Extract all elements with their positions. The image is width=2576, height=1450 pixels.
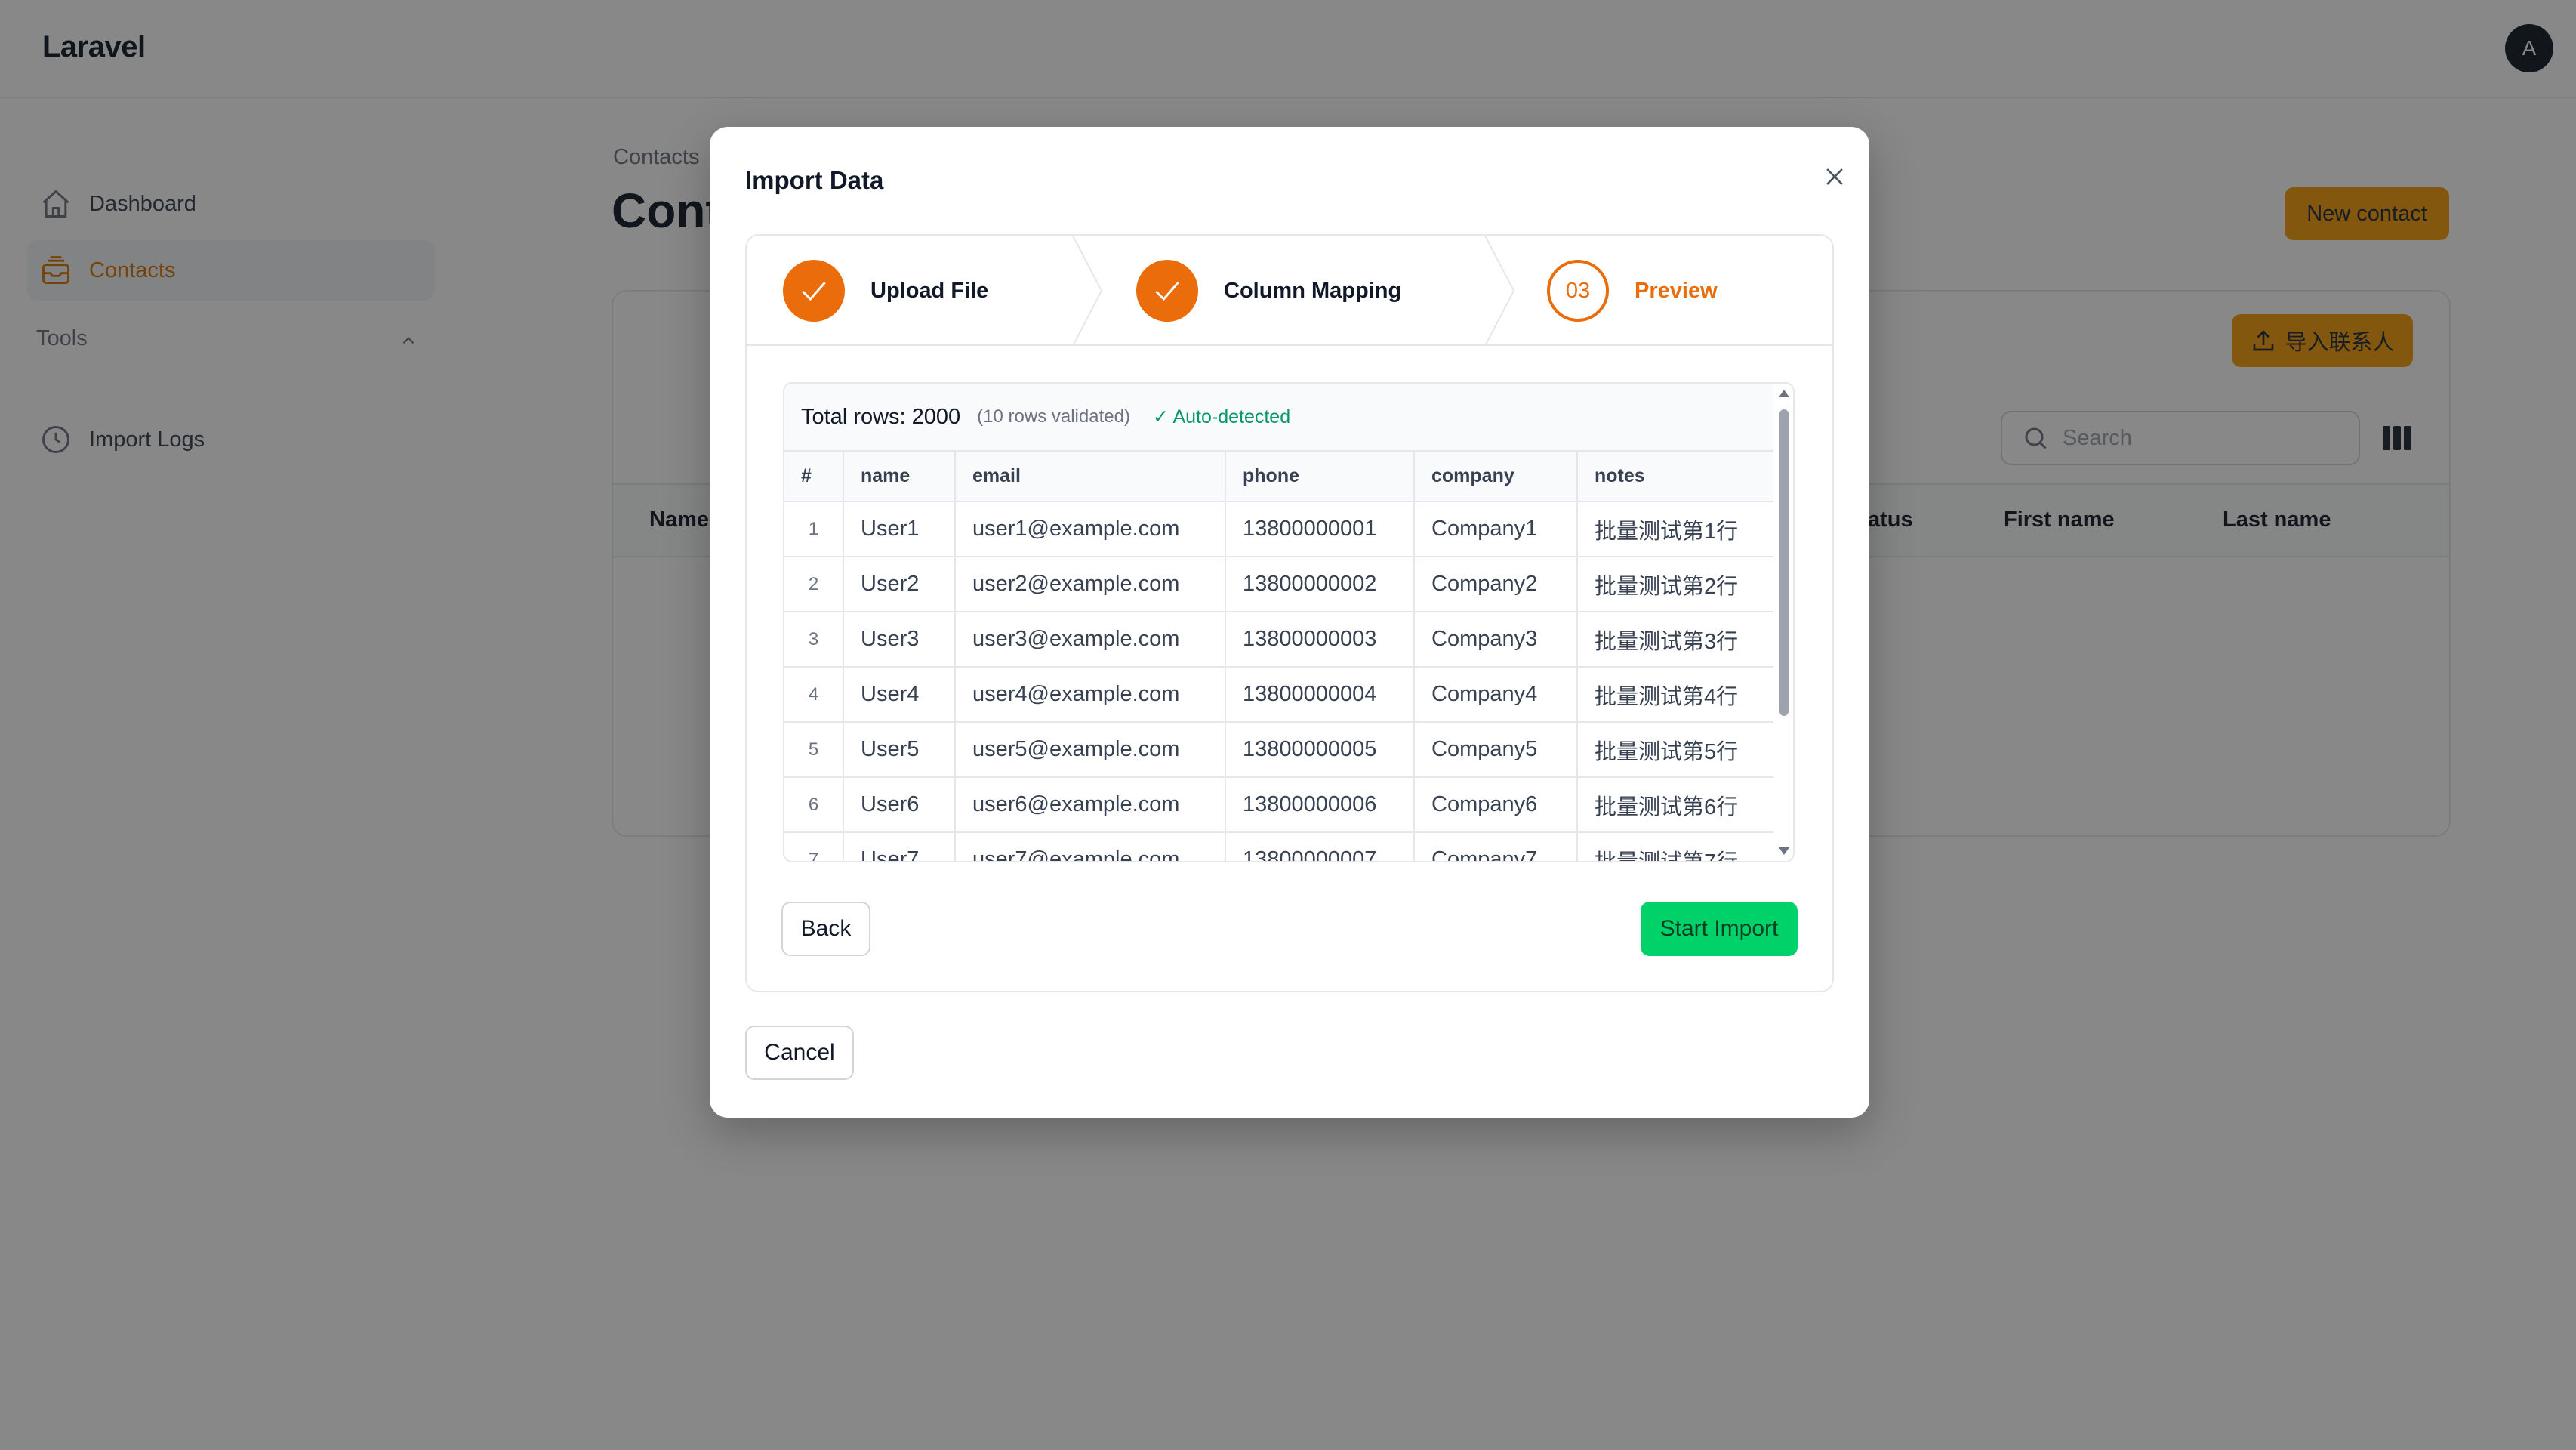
table-row[interactable]: 5 User5 user5@example.com 13800000005 Compan…	[784, 722, 1773, 778]
row-index: 5	[784, 722, 844, 778]
table-row[interactable]: 3 User3 user3@example.com 13800000003 Compan…	[784, 612, 1773, 668]
cell-notes: 批量测试第7行	[1577, 832, 1773, 861]
cell-name: User1	[843, 501, 956, 557]
preview-table: # name email phone company notes 1 User1 u…	[784, 452, 1773, 861]
auto-detected-badge: ✓ Auto-detected	[1152, 406, 1291, 427]
cell-notes: 批量测试第3行	[1577, 612, 1773, 668]
cell-name: User7	[843, 832, 956, 861]
column-header-notes: notes	[1577, 452, 1773, 502]
cell-name: User4	[843, 667, 956, 723]
table-header-row: # name email phone company notes	[784, 452, 1773, 502]
table-scrollbar[interactable]	[1773, 384, 1793, 861]
cell-phone: 13800000007	[1225, 832, 1415, 861]
step-number-badge: 03	[1547, 260, 1609, 322]
table-row[interactable]: 2 User2 user2@example.com 13800000002 Compan…	[784, 557, 1773, 612]
scroll-thumb[interactable]	[1779, 409, 1789, 716]
cell-company: Company2	[1414, 557, 1578, 612]
row-index: 4	[784, 667, 844, 723]
close-icon	[1826, 168, 1843, 185]
cell-phone: 13800000005	[1225, 722, 1415, 778]
step-column-mapping[interactable]: Column Mapping	[1136, 236, 1401, 346]
step-complete-badge	[783, 260, 845, 322]
table-row[interactable]: 6 User6 user6@example.com 13800000006 Compan…	[784, 777, 1773, 833]
wizard-steps: Upload File Column Mapping 03 Preview	[747, 236, 1832, 346]
check-icon	[802, 282, 826, 301]
cell-email: user5@example.com	[955, 722, 1226, 778]
cell-notes: 批量测试第5行	[1577, 722, 1773, 778]
modal-title: Import Data	[745, 166, 884, 194]
step-label: Upload File	[870, 278, 989, 303]
back-button[interactable]: Back	[781, 902, 870, 956]
cell-email: user1@example.com	[955, 501, 1226, 557]
step-label: Preview	[1635, 278, 1718, 303]
step-upload-file[interactable]: Upload File	[783, 236, 988, 346]
column-header-company: company	[1414, 452, 1578, 502]
cell-email: user4@example.com	[955, 667, 1226, 723]
step-preview[interactable]: 03 Preview	[1547, 236, 1718, 346]
start-import-button[interactable]: Start Import	[1641, 902, 1798, 956]
cell-email: user6@example.com	[955, 777, 1226, 833]
cell-name: User5	[843, 722, 956, 778]
validated-count: (10 rows validated)	[977, 406, 1130, 427]
cell-notes: 批量测试第4行	[1577, 667, 1773, 723]
row-index: 3	[784, 612, 844, 668]
cell-phone: 13800000003	[1225, 612, 1415, 668]
step-complete-badge	[1136, 260, 1198, 322]
import-wizard: Upload File Column Mapping 03 Preview To…	[745, 234, 1834, 992]
cell-name: User2	[843, 557, 956, 612]
cell-company: Company3	[1414, 612, 1578, 668]
row-index: 1	[784, 501, 844, 557]
row-index: 7	[784, 832, 844, 861]
cell-phone: 13800000004	[1225, 667, 1415, 723]
cell-phone: 13800000006	[1225, 777, 1415, 833]
cell-company: Company1	[1414, 501, 1578, 557]
cell-notes: 批量测试第2行	[1577, 557, 1773, 612]
step-label: Column Mapping	[1224, 278, 1402, 303]
scroll-up-arrow[interactable]	[1779, 390, 1789, 397]
table-row[interactable]: 4 User4 user4@example.com 13800000004 Compan…	[784, 667, 1773, 723]
cell-company: Company6	[1414, 777, 1578, 833]
close-button[interactable]	[1812, 154, 1857, 199]
column-header-phone: phone	[1225, 452, 1415, 502]
import-data-modal: Import Data Upload File Column Mapping 0…	[710, 127, 1869, 1118]
scroll-down-arrow[interactable]	[1779, 847, 1789, 855]
preview-panel: Total rows: 2000 (10 rows validated) ✓ A…	[783, 382, 1795, 862]
row-index: 2	[784, 557, 844, 612]
cell-company: Company4	[1414, 667, 1578, 723]
preview-summary: Total rows: 2000 (10 rows validated) ✓ A…	[784, 384, 1773, 452]
cell-phone: 13800000002	[1225, 557, 1415, 612]
cancel-button[interactable]: Cancel	[745, 1026, 854, 1080]
cell-name: User6	[843, 777, 956, 833]
check-icon	[1155, 282, 1179, 301]
row-index: 6	[784, 777, 844, 833]
cell-company: Company7	[1414, 832, 1578, 861]
cell-phone: 13800000001	[1225, 501, 1415, 557]
table-row[interactable]: 7 User7 user7@example.com 13800000007 Compan…	[784, 832, 1773, 861]
total-rows: Total rows: 2000	[801, 404, 961, 429]
column-header-name: name	[843, 452, 956, 502]
cell-company: Company5	[1414, 722, 1578, 778]
column-header-index: #	[784, 452, 844, 502]
cell-email: user7@example.com	[955, 832, 1226, 861]
cell-notes: 批量测试第6行	[1577, 777, 1773, 833]
table-row[interactable]: 1 User1 user1@example.com 13800000001 Compan…	[784, 501, 1773, 557]
column-header-email: email	[955, 452, 1226, 502]
cell-notes: 批量测试第1行	[1577, 501, 1773, 557]
cell-email: user3@example.com	[955, 612, 1226, 668]
cell-email: user2@example.com	[955, 557, 1226, 612]
cell-name: User3	[843, 612, 956, 668]
